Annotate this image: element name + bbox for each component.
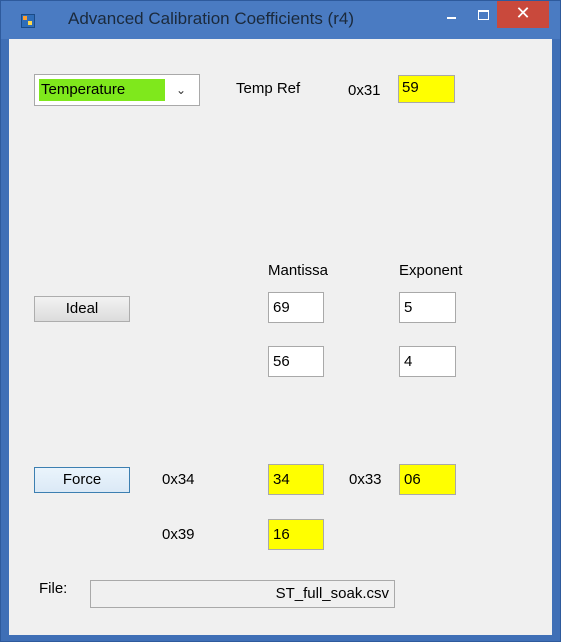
calibration-window: Advanced Calibration Coefficients (r4) ✕… (0, 0, 561, 642)
sensor-select[interactable]: Temperature ⌄ (34, 74, 200, 106)
title-bar[interactable]: Advanced Calibration Coefficients (r4) ✕ (1, 1, 560, 39)
force-value-b-field[interactable]: 06 (399, 464, 456, 495)
exponent-field-2[interactable]: 4 (399, 346, 456, 377)
ideal-button[interactable]: Ideal (34, 296, 130, 322)
force-value-c-field[interactable]: 16 (268, 519, 324, 550)
mantissa-field-1[interactable]: 69 (268, 292, 324, 323)
minimize-icon[interactable] (437, 3, 465, 29)
chevron-down-icon[interactable]: ⌄ (173, 81, 189, 99)
file-label: File: (39, 580, 68, 597)
force-address-c: 0x39 (162, 526, 195, 543)
sensor-select-value: Temperature (39, 79, 165, 101)
mantissa-field-2[interactable]: 56 (268, 346, 324, 377)
force-address-b: 0x33 (349, 471, 382, 488)
close-icon[interactable]: ✕ (497, 1, 549, 28)
maximize-icon[interactable] (469, 3, 497, 29)
temp-ref-address: 0x31 (348, 82, 381, 99)
mantissa-header: Mantissa (268, 262, 329, 279)
force-button[interactable]: Force (34, 467, 130, 493)
temp-ref-field[interactable]: 59 (398, 75, 455, 103)
exponent-field-1[interactable]: 5 (399, 292, 456, 323)
exponent-header: Exponent (399, 262, 463, 279)
force-address-a: 0x34 (162, 471, 195, 488)
window-title: Advanced Calibration Coefficients (r4) (68, 9, 354, 28)
force-value-a-field[interactable]: 34 (268, 464, 324, 495)
app-icon (21, 14, 35, 28)
temp-ref-label: Temp Ref (236, 80, 301, 97)
file-path-field[interactable]: ST_full_soak.csv (90, 580, 395, 608)
form-body: Temperature ⌄ Temp Ref 0x31 59 Mantissa … (9, 39, 552, 635)
